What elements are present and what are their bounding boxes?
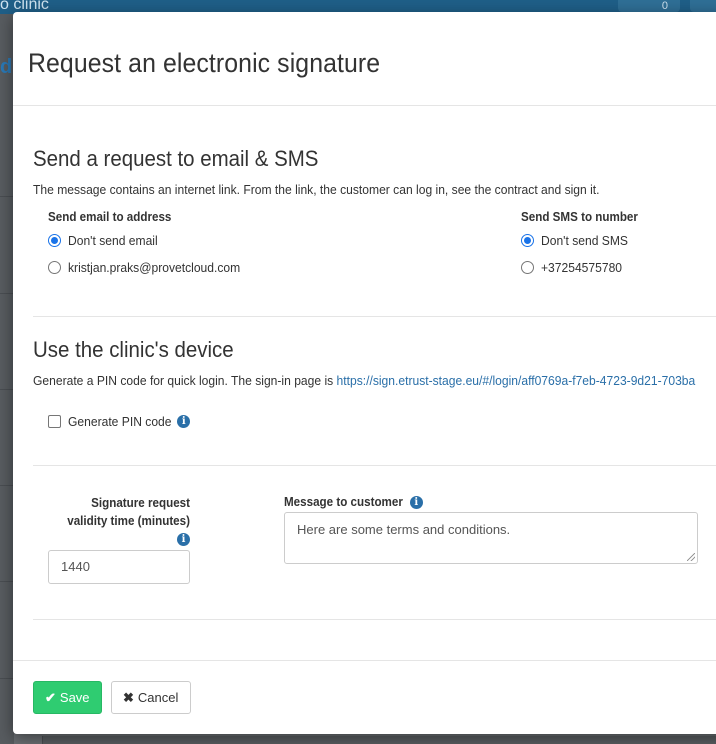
sign-in-page-link[interactable]: https://sign.etrust-stage.eu/#/login/aff…	[337, 373, 696, 388]
validity-label-line2: validity time (minutes)	[67, 514, 190, 528]
generate-pin-label: Generate PIN code	[68, 413, 172, 429]
background-content	[42, 736, 716, 744]
message-label: Message to customer	[284, 495, 403, 509]
pin-option: Generate PIN code i	[48, 411, 716, 431]
modal-header: Request an electronic signature	[13, 12, 716, 106]
section-divider	[33, 619, 716, 620]
section-divider	[33, 316, 716, 317]
device-heading: Use the clinic's device	[33, 337, 234, 362]
background-divider	[0, 485, 14, 486]
validity-label-group: Signature request validity time (minutes…	[48, 496, 190, 549]
background-sidebar	[0, 14, 14, 744]
background-divider	[0, 389, 14, 390]
background-divider	[0, 293, 14, 294]
sms-option-label: +37254575780	[541, 259, 623, 275]
background-sidebar-letter: d	[0, 56, 13, 78]
save-label: Save	[59, 690, 90, 705]
generate-pin-checkbox[interactable]	[48, 414, 61, 428]
validity-time-input[interactable]: 1440	[48, 550, 190, 584]
sms-option-number-radio[interactable]	[521, 260, 534, 274]
background-divider	[0, 196, 14, 197]
device-description-text: Generate a PIN code for quick login. The…	[33, 373, 337, 388]
device-description: Generate a PIN code for quick login. The…	[33, 373, 695, 388]
message-textarea[interactable]: Here are some terms and conditions.	[284, 512, 698, 564]
email-option-label: kristjan.praks@provetcloud.com	[68, 259, 241, 275]
sms-option-number[interactable]: +37254575780	[521, 257, 716, 277]
modal-footer: ✔ Save ✖ Cancel	[13, 660, 716, 734]
background-divider	[0, 581, 14, 582]
sms-option-dont-send[interactable]: Don't send SMS	[521, 230, 716, 250]
message-text: Here are some terms and conditions.	[297, 522, 511, 537]
message-label-group: Message to customer i	[284, 495, 423, 509]
email-sms-section: Send a request to email & SMS The messag…	[33, 146, 716, 197]
check-icon: ✔	[45, 689, 56, 705]
generate-pin-row[interactable]: Generate PIN code i	[48, 411, 716, 431]
email-sms-description: The message contains an internet link. F…	[33, 182, 600, 197]
notification-count: 0	[661, 0, 668, 12]
info-icon[interactable]: i	[177, 414, 191, 428]
validity-label-line1: Signature request	[91, 496, 190, 510]
cancel-button[interactable]: ✖ Cancel	[111, 681, 191, 714]
sms-label: Send SMS to number	[521, 210, 638, 224]
sms-option-dont-send-radio[interactable]	[521, 233, 534, 247]
save-button[interactable]: ✔ Save	[33, 681, 102, 714]
modal-title: Request an electronic signature	[28, 48, 381, 78]
close-icon: ✖	[123, 689, 134, 705]
background-notification-bell: 0	[618, 0, 680, 12]
section-divider	[33, 465, 716, 466]
resize-grip-icon[interactable]	[687, 553, 695, 561]
sms-option-label: Don't send SMS	[541, 232, 628, 248]
sms-options-group: Send SMS to number Don't send SMS +37254…	[521, 210, 716, 277]
device-section: Use the clinic's device Generate a PIN c…	[33, 337, 716, 388]
info-icon[interactable]: i	[409, 495, 423, 509]
email-sms-heading: Send a request to email & SMS	[33, 146, 319, 171]
email-option-address-radio[interactable]	[48, 260, 61, 274]
signature-request-modal: Request an electronic signature Send a r…	[13, 12, 716, 734]
background-divider	[0, 678, 14, 679]
email-option-dont-send-radio[interactable]	[48, 233, 61, 247]
cancel-label: Cancel	[137, 690, 179, 705]
background-user-button	[690, 0, 716, 12]
info-icon[interactable]: i	[177, 533, 190, 547]
email-option-label: Don't send email	[68, 232, 158, 248]
